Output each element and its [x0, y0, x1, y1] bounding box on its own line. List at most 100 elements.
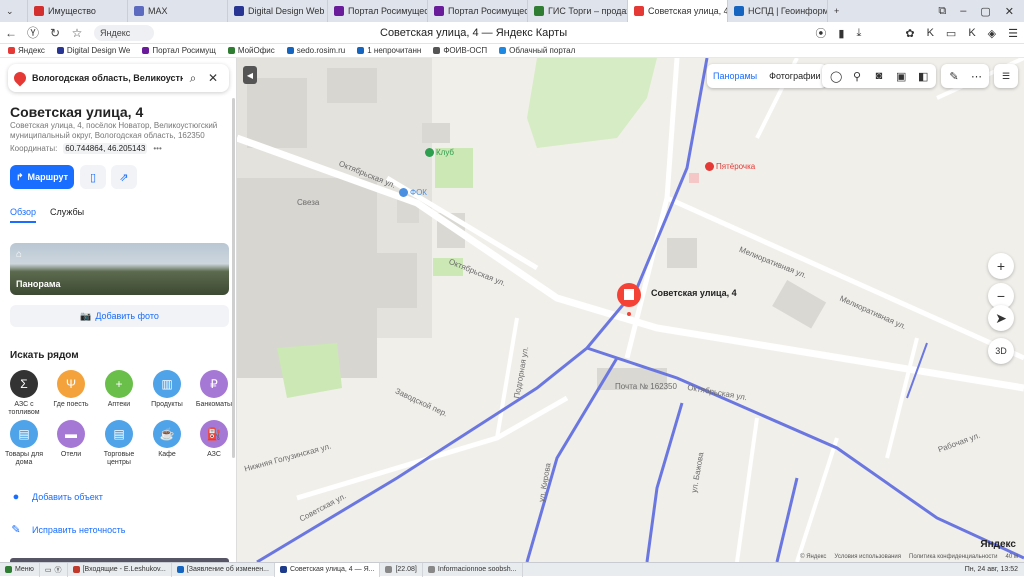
search-icon[interactable]: ⌕ [183, 71, 203, 86]
bookmark-item[interactable]: sedo.rosim.ru [286, 46, 345, 55]
category-pharmacy[interactable]: + Аптеки [96, 370, 142, 409]
category-home-goods[interactable]: ▤ Товары для дома [1, 420, 47, 467]
taskbar-item[interactable]: Informacionnoe soobsh... [423, 562, 523, 577]
terms-link[interactable]: Условия использования [834, 554, 901, 560]
bookmark-item[interactable]: 1 непрочитанн [357, 46, 421, 55]
layers-icon[interactable]: ◧ [912, 70, 934, 83]
compass-button[interactable]: ➤ [988, 305, 1014, 331]
shop-icon [705, 162, 714, 171]
panorama-preview[interactable]: ⌂ Панорама [10, 243, 229, 295]
more-icon[interactable]: ⋯ [965, 70, 987, 83]
layers-circle-icon[interactable]: ◯ [824, 70, 846, 83]
category-food[interactable]: Ψ Где поесть [48, 370, 94, 409]
extension-icon[interactable]: ▭ [946, 27, 956, 40]
panoramas-button[interactable]: Панорамы [707, 71, 763, 81]
category-gas[interactable]: ⛽ АЗС [191, 420, 236, 459]
taskbar-item[interactable]: [Входящие - E.Leshukov... [68, 562, 172, 577]
street [795, 437, 839, 562]
poi-pyaterochka[interactable]: Пятёрочка [705, 162, 755, 171]
search-input[interactable]: Вологодская область, Великоустюгский [32, 73, 183, 83]
bookmark-item[interactable]: Яндекс [8, 46, 45, 55]
location-icon[interactable]: ⦿ [815, 25, 826, 41]
browser-tab[interactable]: Digital Design Web Cl [228, 0, 328, 22]
ruler-icon[interactable]: ✎ [943, 70, 965, 83]
bookmark-item[interactable]: МойОфис [227, 46, 275, 55]
tab-groups-icon[interactable]: ⧉ [938, 5, 946, 18]
extension-k-icon[interactable]: K [927, 27, 934, 39]
address-chip[interactable]: Яндекс [94, 24, 154, 41]
sidebar-scrollbar[interactable] [232, 98, 235, 458]
category-malls[interactable]: ▤ Торговые центры [96, 420, 142, 467]
map-menu-button[interactable]: ☰ [994, 64, 1018, 88]
page-title[interactable]: Советская улица, 4 — Яндекс Карты [380, 22, 567, 44]
bookmark-star-icon[interactable]: ☆ [66, 26, 88, 40]
extension-k-icon[interactable]: K [968, 27, 975, 39]
browser-tab[interactable]: ГИС Торги – продажа [528, 0, 628, 22]
tab-services[interactable]: Службы [50, 207, 84, 223]
coordinates-value[interactable]: 60.744864, 46.205143 [63, 143, 148, 154]
browser-tab-active[interactable]: Советская улица, 4✕ [628, 0, 728, 22]
download-icon[interactable]: ⤓ [856, 27, 861, 40]
add-photo-button[interactable]: 📷 Добавить фото [10, 305, 229, 327]
browser-tab[interactable]: НСПД | Геоинформа [728, 0, 828, 22]
3d-button[interactable]: 3D [988, 338, 1014, 364]
bookmark-button[interactable]: ▯ [80, 165, 106, 189]
copyright-link[interactable]: © Яндекс [800, 554, 826, 560]
poi-club[interactable]: Клуб [425, 148, 454, 157]
maximize-icon[interactable]: ▢ [980, 5, 990, 18]
bookmark-item[interactable]: Digital Design We [56, 46, 130, 55]
bookmarks-bar: Яндекс Digital Design We Портал Росимущ … [0, 44, 1024, 58]
person-icon[interactable]: ⚲ [846, 70, 868, 83]
fix-error-link[interactable]: ✎ Исправить неточность [10, 523, 125, 536]
collapse-sidebar-button[interactable]: ◀ [243, 66, 257, 84]
map-canvas[interactable]: ◀ Панорамы Фотографии ◯ ⚲ ◙ ▣ ◧ ✎ ⋯ ☰ Со… [237, 58, 1024, 562]
taskbar-item[interactable]: [22.08] [380, 562, 423, 577]
category-cafe[interactable]: ☕ Кафе [144, 420, 190, 459]
add-object-link[interactable]: ● Добавить объект [10, 491, 103, 503]
back-icon[interactable]: ← [0, 26, 22, 40]
new-tab-button[interactable]: + [828, 0, 850, 22]
category-fuel[interactable]: Σ АЗС с топливом [1, 370, 47, 417]
extension-icon[interactable]: ◈ [988, 27, 996, 40]
category-groceries[interactable]: ▥ Продукты [144, 370, 190, 409]
tab-favicon [134, 6, 144, 16]
bus-icon[interactable]: ▣ [890, 70, 912, 83]
browser-tab[interactable]: Портал Росимущесте [328, 0, 428, 22]
taskbar-item-active[interactable]: Советская улица, 4 — Я... [274, 562, 381, 577]
minimize-icon[interactable]: – [960, 5, 966, 17]
tab-list-button[interactable]: ⌄ [0, 0, 28, 22]
category-atm[interactable]: ₽ Банкоматы [191, 370, 236, 409]
bookmark-item[interactable]: Портал Росимущ [142, 46, 216, 55]
route-button[interactable]: ↱ Маршрут [10, 165, 74, 189]
menu-icon[interactable]: ☰ [1008, 27, 1018, 40]
browser-tab[interactable]: Имущество [28, 0, 128, 22]
browser-tab[interactable]: Портал Росимущесте [428, 0, 528, 22]
reload-icon[interactable]: ↻ [44, 26, 66, 40]
search-box[interactable]: Вологодская область, Великоустюгский ⌕ ✕ [8, 64, 229, 92]
share-button[interactable]: ⇗ [111, 165, 137, 189]
extension-icon[interactable]: ✿ [905, 27, 914, 40]
browser-tab[interactable]: MAX [128, 0, 228, 22]
zoom-in-button[interactable]: + [988, 253, 1014, 279]
more-icon[interactable]: ••• [153, 144, 161, 153]
cart-icon: ▥ [153, 370, 181, 398]
close-icon[interactable]: ✕ [203, 71, 223, 85]
bookmark-icon[interactable]: ▮ [838, 27, 844, 40]
taskbar-launcher[interactable]: ▭ Ⓨ [40, 562, 68, 577]
poi-label: Почта № 162350 [615, 382, 677, 391]
bookmark-item[interactable]: Облачный портал [499, 46, 575, 55]
category-hotels[interactable]: ▬ Отели [48, 420, 94, 459]
privacy-link[interactable]: Политика конфиденциальности [909, 554, 998, 560]
bookmark-item[interactable]: ФОИВ-ОСП [433, 46, 487, 55]
poi-fok[interactable]: ФОК [399, 188, 427, 197]
close-window-icon[interactable]: ✕ [1005, 5, 1014, 18]
yandex-icon[interactable]: Ⓨ [22, 24, 44, 41]
os-taskbar: Меню ▭ Ⓨ [Входящие - E.Leshukov... [Заявл… [0, 562, 1024, 577]
taskbar-item[interactable]: [Заявление об изменен... [172, 562, 275, 577]
selected-place-label[interactable]: Советская улица, 4 [651, 288, 737, 298]
photos-button[interactable]: Фотографии [763, 71, 826, 81]
camera-icon[interactable]: ◙ [868, 70, 890, 82]
start-menu-button[interactable]: Меню [0, 562, 40, 577]
tab-overview[interactable]: Обзор [10, 207, 36, 223]
system-clock[interactable]: Пн, 24 авг, 13:52 [959, 566, 1024, 573]
